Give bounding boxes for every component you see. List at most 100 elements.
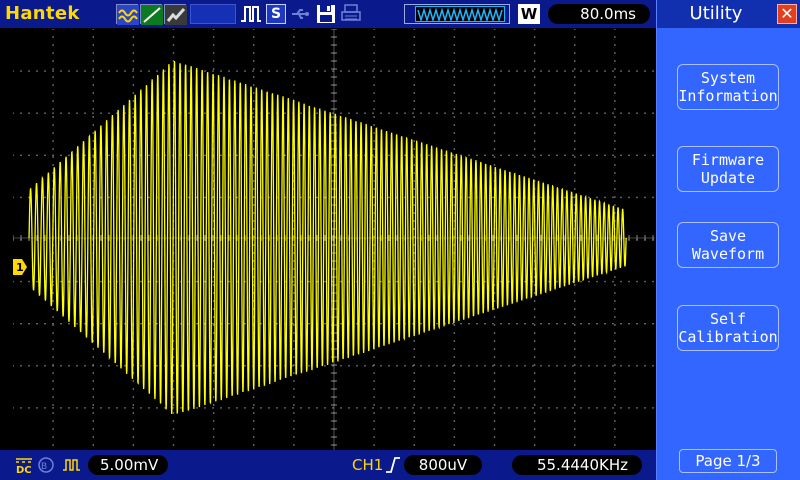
grid-dot bbox=[413, 236, 415, 238]
grid-dot bbox=[132, 407, 134, 409]
grid-dot bbox=[614, 92, 616, 94]
wave-mode-icon[interactable] bbox=[116, 4, 139, 25]
grid-dot bbox=[253, 44, 255, 46]
timebase-window-indicator[interactable] bbox=[404, 4, 510, 24]
grid-dot bbox=[533, 108, 536, 110]
grid-dot bbox=[92, 412, 94, 414]
acquisition-mode-icons[interactable] bbox=[116, 4, 188, 25]
grid-dot bbox=[373, 428, 375, 430]
svg-text:B: B bbox=[41, 462, 47, 472]
line-mode-icon[interactable] bbox=[140, 4, 163, 25]
grid-dot bbox=[628, 365, 630, 367]
window-badge: W bbox=[518, 4, 540, 24]
grid-dot bbox=[396, 280, 398, 283]
grid-dot bbox=[468, 196, 470, 199]
grid-dot bbox=[574, 148, 576, 150]
grid-dot bbox=[533, 428, 536, 430]
grid-dot bbox=[636, 70, 638, 72]
printer-icon[interactable] bbox=[340, 4, 362, 24]
grid-dot bbox=[493, 44, 496, 46]
grid-dot bbox=[574, 140, 576, 142]
grid-dot bbox=[148, 154, 150, 156]
grid-dot bbox=[253, 132, 255, 134]
grid-dot bbox=[308, 280, 310, 283]
grid-dot bbox=[413, 92, 415, 94]
grid-dot bbox=[300, 407, 302, 409]
ch1-level-marker[interactable]: 1 bbox=[13, 259, 27, 275]
grid-dot bbox=[373, 436, 375, 438]
grid-dot bbox=[348, 70, 350, 72]
menu-title: Utility bbox=[689, 3, 743, 24]
grid-dot bbox=[132, 380, 135, 382]
grid-dot bbox=[476, 70, 478, 72]
grid-dot bbox=[276, 407, 278, 409]
grid-dot bbox=[212, 365, 214, 367]
grid-dot bbox=[588, 70, 590, 72]
waveform-display[interactable]: 1 bbox=[12, 28, 655, 450]
grid-dot bbox=[44, 154, 46, 156]
grid-dot bbox=[308, 70, 310, 72]
grid-dot bbox=[524, 70, 526, 72]
grid-dot bbox=[493, 300, 496, 302]
dc-coupling-icon[interactable]: DC bbox=[15, 456, 33, 476]
grid-dot bbox=[212, 404, 215, 406]
grid-dot bbox=[524, 365, 526, 367]
floppy-icon[interactable] bbox=[316, 4, 336, 24]
close-icon[interactable]: ✕ bbox=[777, 4, 797, 24]
grid-dot bbox=[533, 324, 536, 326]
grid-dot bbox=[533, 356, 536, 358]
grid-dot bbox=[292, 323, 294, 325]
grid-dot bbox=[574, 388, 576, 390]
grid-dot bbox=[212, 308, 215, 310]
grid-dot bbox=[52, 60, 54, 62]
grid-dot bbox=[180, 407, 182, 409]
grid-dot bbox=[212, 420, 215, 422]
grid-dot bbox=[132, 116, 135, 118]
persistence-icon[interactable] bbox=[164, 4, 187, 25]
grid-dot bbox=[580, 280, 582, 283]
save-waveform-button[interactable]: Save Waveform bbox=[677, 222, 779, 268]
grid-dot bbox=[52, 124, 54, 126]
grid-dot bbox=[293, 60, 295, 62]
volts-per-div-readout[interactable]: 5.00mV bbox=[88, 455, 168, 475]
timebase-readout[interactable]: 80.0ms bbox=[548, 4, 650, 24]
grid-dot bbox=[413, 108, 415, 110]
grid-dot bbox=[493, 436, 496, 438]
page-indicator[interactable]: Page 1/3 bbox=[679, 449, 777, 473]
invert-pulse-icon[interactable] bbox=[62, 456, 84, 474]
self-calibration-button[interactable]: Self Calibration bbox=[677, 305, 779, 351]
grid-dot bbox=[413, 228, 415, 230]
rising-edge-icon[interactable] bbox=[385, 456, 401, 474]
grid-dot bbox=[580, 112, 582, 114]
grid-dot bbox=[428, 407, 430, 409]
grid-dot bbox=[436, 70, 438, 72]
grid-dot bbox=[293, 428, 295, 430]
system-information-button[interactable]: System Information bbox=[677, 64, 779, 110]
grid-dot bbox=[574, 428, 576, 430]
grid-dot bbox=[516, 70, 518, 72]
grid-dot bbox=[12, 280, 14, 283]
trigger-level-readout[interactable]: 800uV bbox=[404, 455, 482, 475]
grid-dot bbox=[533, 164, 536, 166]
grid-dot bbox=[332, 112, 334, 114]
bandwidth-limit-icon[interactable]: B bbox=[37, 456, 55, 474]
grid-dot bbox=[614, 372, 616, 374]
grid-dot bbox=[556, 365, 558, 367]
grid-dot bbox=[420, 112, 422, 114]
grid-dot bbox=[604, 70, 606, 72]
grid-dot bbox=[614, 164, 616, 166]
grid-dot bbox=[428, 196, 430, 199]
grid-dot bbox=[293, 436, 295, 438]
grid-dot bbox=[212, 356, 215, 358]
grid-dot bbox=[413, 348, 415, 350]
grid-dot bbox=[373, 60, 375, 62]
grid-dot bbox=[108, 196, 110, 199]
grid-dot bbox=[373, 116, 375, 118]
grid-dot bbox=[614, 124, 616, 126]
grid-dot bbox=[60, 112, 62, 114]
grid-dot bbox=[533, 116, 536, 118]
grid-dot bbox=[244, 70, 246, 72]
firmware-update-button[interactable]: Firmware Update bbox=[677, 146, 779, 192]
grid-dot bbox=[253, 404, 255, 406]
grid-dot bbox=[132, 52, 135, 54]
